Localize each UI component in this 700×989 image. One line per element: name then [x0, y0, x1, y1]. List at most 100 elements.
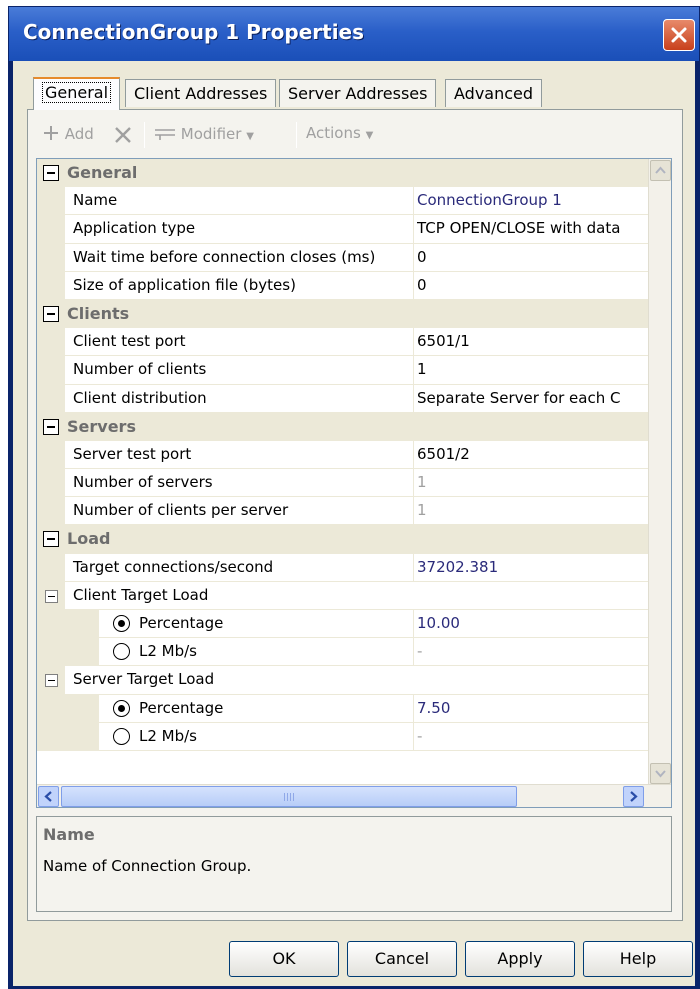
vertical-scrollbar[interactable] — [648, 159, 671, 785]
modifier-dropdown[interactable]: Modifier ▼ — [154, 124, 254, 143]
column-divider — [413, 553, 414, 581]
row-gutter — [37, 187, 65, 215]
horizontal-scrollbar[interactable] — [37, 784, 671, 807]
description-panel: Name Name of Connection Group. — [36, 816, 672, 912]
property-label: Size of application file (bytes) — [73, 275, 296, 294]
category-clients[interactable]: Clients — [37, 299, 649, 329]
add-label: Add — [64, 125, 94, 143]
title-bar[interactable]: ConnectionGroup 1 Properties — [9, 7, 699, 61]
tab-general-label: General — [42, 82, 112, 103]
property-row-name[interactable]: Name ConnectionGroup 1 — [37, 187, 649, 216]
properties-dialog: ConnectionGroup 1 Properties General Cli… — [8, 6, 700, 989]
property-row-client-distribution[interactable]: Client distribution Separate Server for … — [37, 384, 649, 413]
property-row-server-l2[interactable]: L2 Mb/s - — [37, 722, 649, 751]
description-text: Name of Connection Group. — [43, 857, 252, 875]
collapse-icon[interactable] — [43, 305, 59, 322]
tab-general[interactable]: General — [33, 77, 121, 110]
scroll-up-button[interactable] — [650, 160, 671, 181]
property-row-number-of-clients[interactable]: Number of clients 1 — [37, 356, 649, 385]
scroll-left-button[interactable] — [38, 786, 59, 807]
property-value[interactable]: TCP OPEN/CLOSE with data — [417, 219, 647, 237]
column-divider — [413, 469, 414, 497]
row-gutter — [37, 384, 65, 412]
property-row-application-type[interactable]: Application type TCP OPEN/CLOSE with dat… — [37, 215, 649, 244]
l2-radio[interactable] — [113, 643, 130, 661]
l2-radio[interactable] — [113, 727, 130, 745]
collapse-icon[interactable] — [43, 531, 59, 548]
row-gutter — [37, 215, 65, 243]
percentage-radio[interactable] — [113, 615, 130, 632]
property-row-wait-time[interactable]: Wait time before connection closes (ms) … — [37, 243, 649, 272]
property-label: L2 Mb/s — [139, 726, 198, 745]
property-row-target-connections[interactable]: Target connections/second 37202.381 — [37, 553, 649, 582]
cancel-button[interactable]: Cancel — [347, 941, 457, 977]
subgroup-label: Server Target Load — [73, 670, 215, 689]
property-label: Target connections/second — [73, 557, 274, 576]
subgroup-label: Client Target Load — [73, 585, 209, 604]
property-value[interactable]: 37202.381 — [417, 558, 647, 576]
property-value[interactable]: 7.50 — [417, 699, 647, 717]
horizontal-scroll-thumb[interactable] — [61, 786, 517, 807]
property-row-client-percentage[interactable]: Percentage 10.00 — [37, 610, 649, 639]
property-value[interactable]: 0 — [417, 248, 647, 266]
window-title: ConnectionGroup 1 Properties — [23, 20, 365, 44]
collapse-icon[interactable] — [45, 674, 58, 688]
collapse-icon[interactable] — [45, 589, 58, 603]
category-servers[interactable]: Servers — [37, 412, 649, 441]
scroll-down-button[interactable] — [650, 763, 671, 784]
chevron-down-icon: ▼ — [365, 130, 374, 141]
help-button[interactable]: Help — [583, 941, 693, 977]
toolbar-separator — [144, 122, 145, 148]
delete-x-icon — [115, 127, 131, 143]
row-gutter — [37, 610, 65, 638]
property-value[interactable]: 6501/1 — [417, 332, 647, 350]
column-divider — [413, 610, 414, 638]
property-row-file-size[interactable]: Size of application file (bytes) 0 — [37, 271, 649, 300]
property-label: Percentage — [139, 614, 224, 632]
property-row-client-test-port[interactable]: Client test port 6501/1 — [37, 328, 649, 357]
property-value[interactable]: 6501/2 — [417, 445, 647, 463]
category-label: General — [67, 163, 138, 182]
property-label: Wait time before connection closes (ms) — [73, 247, 376, 266]
close-button[interactable] — [663, 19, 695, 51]
scroll-right-button[interactable] — [623, 786, 644, 807]
property-value[interactable]: 10.00 — [417, 614, 647, 632]
property-row-server-test-port[interactable]: Server test port 6501/2 — [37, 440, 649, 470]
column-divider — [413, 328, 414, 356]
property-row-server-percentage[interactable]: Percentage 7.50 — [37, 694, 649, 723]
grip-icon — [284, 793, 294, 801]
tab-client-addresses[interactable]: Client Addresses — [125, 79, 277, 107]
category-general[interactable]: General — [37, 159, 649, 188]
property-row-client-l2[interactable]: L2 Mb/s - — [37, 638, 649, 667]
property-label: Client distribution — [73, 388, 207, 407]
apply-button[interactable]: Apply — [465, 941, 575, 977]
chevron-down-icon: ▼ — [246, 131, 254, 142]
delete-button[interactable] — [112, 124, 134, 150]
ok-button[interactable]: OK — [229, 941, 339, 977]
row-gutter — [65, 722, 99, 750]
property-row-clients-per-server[interactable]: Number of clients per server 1 — [37, 497, 649, 526]
subgroup-server-target-load[interactable]: Server Target Load — [37, 666, 649, 695]
row-gutter — [37, 356, 65, 384]
column-divider — [413, 215, 414, 243]
property-row-number-of-servers[interactable]: Number of servers 1 — [37, 469, 649, 498]
collapse-icon[interactable] — [43, 418, 59, 435]
property-grid-rows: General Name ConnectionGroup 1 Applicati… — [37, 159, 649, 751]
collapse-icon[interactable] — [43, 165, 59, 181]
property-value[interactable]: ConnectionGroup 1 — [417, 191, 647, 209]
actions-dropdown[interactable]: Actions ▼ — [306, 124, 373, 142]
category-label: Load — [67, 529, 111, 549]
tab-server-addresses[interactable]: Server Addresses — [279, 79, 437, 107]
percentage-radio[interactable] — [113, 699, 130, 717]
row-gutter — [37, 497, 65, 525]
add-button[interactable]: Add — [42, 124, 94, 143]
subgroup-client-target-load[interactable]: Client Target Load — [37, 581, 649, 610]
property-value[interactable]: 1 — [417, 360, 647, 378]
category-load[interactable]: Load — [37, 525, 649, 554]
property-label: Number of clients per server — [73, 501, 289, 520]
property-label: Percentage — [139, 698, 224, 717]
property-value[interactable]: Separate Server for each C — [417, 389, 647, 407]
property-label: Number of clients — [73, 360, 207, 379]
tab-advanced[interactable]: Advanced — [445, 79, 543, 107]
property-value[interactable]: 0 — [417, 276, 647, 294]
